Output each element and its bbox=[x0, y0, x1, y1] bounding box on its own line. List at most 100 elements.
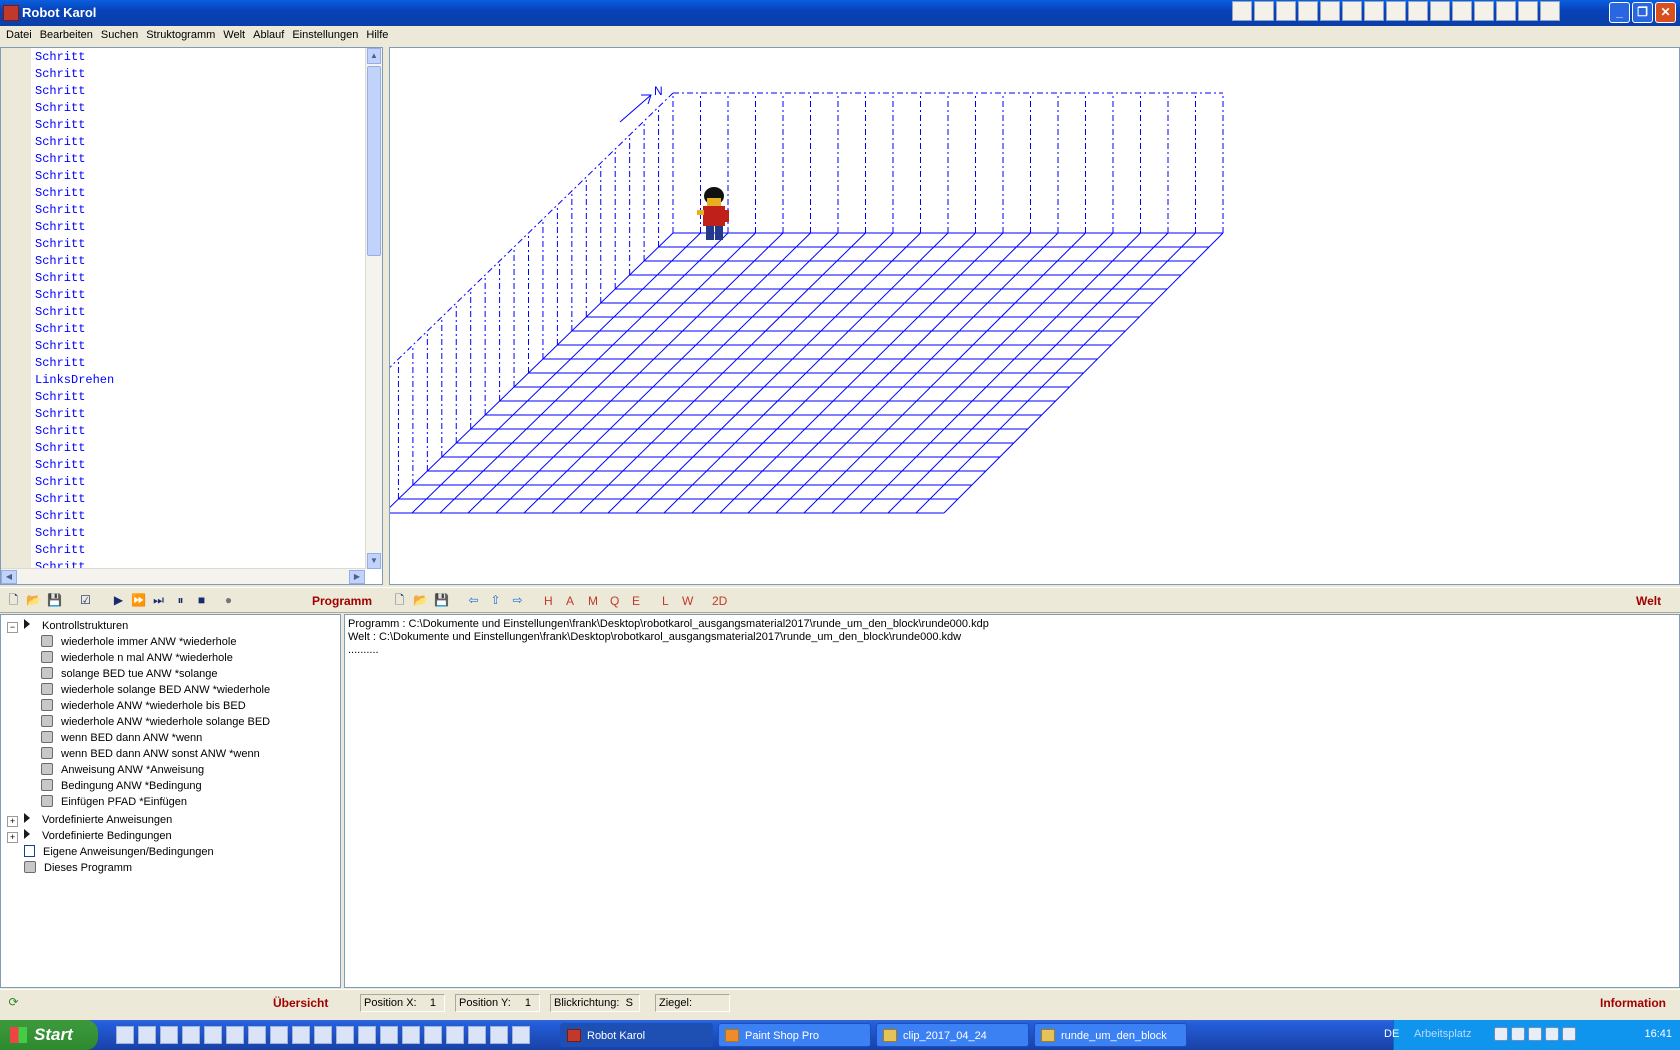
code-line[interactable]: Schritt bbox=[35, 542, 365, 559]
scroll-up-icon[interactable]: ▲ bbox=[367, 48, 381, 64]
tree-group-anweisungen[interactable]: + Vordefinierte Anweisungen bbox=[7, 812, 172, 828]
stop-icon[interactable]: ■ bbox=[193, 592, 210, 609]
maximize-button[interactable]: ❐ bbox=[1632, 2, 1653, 23]
scroll-down-icon[interactable]: ▼ bbox=[367, 553, 381, 569]
code-line[interactable]: Schritt bbox=[35, 491, 365, 508]
tree-group-programm[interactable]: Dieses Programm bbox=[24, 860, 132, 876]
pause-icon[interactable]: ⏸ bbox=[172, 592, 189, 609]
code-line[interactable]: Schritt bbox=[35, 219, 365, 236]
tree-item[interactable]: Einfügen PFAD *Einfügen bbox=[41, 794, 187, 810]
window-icon[interactable] bbox=[1320, 1, 1340, 21]
tree-item[interactable]: wenn BED dann ANW sonst ANW *wenn bbox=[41, 746, 260, 762]
world-save-icon[interactable]: 💾 bbox=[433, 592, 450, 609]
hinlegen-button[interactable]: H bbox=[544, 594, 553, 608]
code-editor[interactable]: Schritt Schritt Schritt Schritt Schritt Schri… bbox=[0, 47, 383, 585]
quicklaunch-app-icon[interactable] bbox=[402, 1026, 420, 1044]
step-forward-icon[interactable]: ⇧ bbox=[487, 592, 504, 609]
scroll-thumb[interactable] bbox=[367, 66, 381, 256]
code-line[interactable]: Schritt bbox=[35, 202, 365, 219]
code-lines[interactable]: Schritt Schritt Schritt Schritt Schritt Schri… bbox=[35, 49, 365, 569]
view-2d-button[interactable]: 2D bbox=[712, 594, 727, 608]
tree-root[interactable]: − Kontrollstrukturen bbox=[7, 618, 128, 634]
menu-bearbeiten[interactable]: Bearbeiten bbox=[36, 26, 97, 46]
code-line[interactable]: Schritt bbox=[35, 117, 365, 134]
world-open-icon[interactable]: 📂 bbox=[412, 592, 429, 609]
quicklaunch-app-icon[interactable] bbox=[512, 1026, 530, 1044]
tree-item[interactable]: wiederhole solange BED ANW *wiederhole bbox=[41, 682, 270, 698]
menu-hilfe[interactable]: Hilfe bbox=[362, 26, 392, 46]
word-icon[interactable] bbox=[1430, 1, 1450, 21]
code-line[interactable]: Schritt bbox=[35, 287, 365, 304]
language-indicator[interactable]: DE bbox=[1384, 1028, 1399, 1040]
expand-icon[interactable]: + bbox=[7, 816, 18, 827]
tray-shield-icon[interactable] bbox=[1528, 1027, 1542, 1041]
menu-suchen[interactable]: Suchen bbox=[97, 26, 142, 46]
tree-item[interactable]: wiederhole ANW *wiederhole solange BED bbox=[41, 714, 270, 730]
tray-monitor-icon[interactable] bbox=[1562, 1027, 1576, 1041]
quicklaunch-app-icon[interactable] bbox=[182, 1026, 200, 1044]
turn-right-icon[interactable]: ⇨ bbox=[509, 592, 526, 609]
arbeitsplatz-label[interactable]: Arbeitsplatz bbox=[1414, 1028, 1471, 1040]
code-line[interactable]: Schritt bbox=[35, 474, 365, 491]
mail-icon[interactable] bbox=[1298, 1, 1318, 21]
code-line[interactable]: Schritt bbox=[35, 100, 365, 117]
access-icon[interactable] bbox=[1474, 1, 1494, 21]
quicklaunch-app-icon[interactable] bbox=[248, 1026, 266, 1044]
blue-icon[interactable] bbox=[1540, 1, 1560, 21]
camera-icon[interactable] bbox=[1276, 1, 1296, 21]
scroll-left-icon[interactable]: ◀ bbox=[1, 570, 17, 584]
quicklaunch-app-icon[interactable] bbox=[226, 1026, 244, 1044]
entfernen-button[interactable]: E bbox=[632, 594, 640, 608]
code-line[interactable]: Schritt bbox=[35, 270, 365, 287]
turn-left-icon[interactable]: ⇦ bbox=[465, 592, 482, 609]
code-line[interactable]: Schritt bbox=[35, 338, 365, 355]
task-robot-karol[interactable]: Robot Karol bbox=[560, 1023, 713, 1047]
code-line[interactable]: Schritt bbox=[35, 185, 365, 202]
quicklaunch-app-icon[interactable] bbox=[446, 1026, 464, 1044]
code-line[interactable]: Schritt bbox=[35, 151, 365, 168]
menu-struktogramm[interactable]: Struktogramm bbox=[142, 26, 219, 46]
code-line[interactable]: Schritt bbox=[35, 66, 365, 83]
excel-icon[interactable] bbox=[1452, 1, 1472, 21]
marke-button[interactable]: M bbox=[588, 594, 598, 608]
tree-item[interactable]: Bedingung ANW *Bedingung bbox=[41, 778, 202, 794]
code-line[interactable]: Schritt bbox=[35, 423, 365, 440]
code-line[interactable]: Schritt bbox=[35, 236, 365, 253]
quicklaunch-app-icon[interactable] bbox=[490, 1026, 508, 1044]
world-new-icon[interactable]: 🗋 bbox=[391, 592, 408, 609]
new-file-icon[interactable]: 🗋 bbox=[5, 592, 22, 609]
code-line[interactable]: Schritt bbox=[35, 304, 365, 321]
scroll-right-icon[interactable]: ▶ bbox=[349, 570, 365, 584]
list-icon[interactable] bbox=[1364, 1, 1384, 21]
code-line[interactable]: Schritt bbox=[35, 49, 365, 66]
tree-item[interactable]: wiederhole immer ANW *wiederhole bbox=[41, 634, 236, 650]
code-line[interactable]: Schritt bbox=[35, 321, 365, 338]
menu-datei[interactable]: Datei bbox=[2, 26, 36, 46]
check-syntax-icon[interactable]: ☑ bbox=[77, 592, 94, 609]
aufheben-button[interactable]: A bbox=[566, 594, 574, 608]
quicklaunch-app-icon[interactable] bbox=[204, 1026, 222, 1044]
tree-item[interactable]: solange BED tue ANW *solange bbox=[41, 666, 218, 682]
tree-item[interactable]: wiederhole n mal ANW *wiederhole bbox=[41, 650, 233, 666]
code-line[interactable]: Schritt bbox=[35, 440, 365, 457]
close-button[interactable]: ✕ bbox=[1655, 2, 1676, 23]
run-icon[interactable]: ▶ bbox=[110, 592, 127, 609]
quicklaunch-app-icon[interactable] bbox=[292, 1026, 310, 1044]
tray-network-icon[interactable] bbox=[1511, 1027, 1525, 1041]
editor-vertical-scrollbar[interactable]: ▲ ▼ bbox=[365, 48, 382, 569]
red-icon[interactable] bbox=[1518, 1, 1538, 21]
quicklaunch-app-icon[interactable] bbox=[336, 1026, 354, 1044]
structure-tree[interactable]: − Kontrollstrukturen wiederhole immer ANW… bbox=[0, 614, 341, 988]
save-file-icon[interactable]: 💾 bbox=[46, 592, 63, 609]
fast-run-icon[interactable]: ⏩ bbox=[130, 592, 147, 609]
write-world-button[interactable]: W bbox=[682, 594, 693, 608]
tray-printer-icon[interactable] bbox=[1545, 1027, 1559, 1041]
quicklaunch-app-icon[interactable] bbox=[314, 1026, 332, 1044]
code-line[interactable]: Schritt bbox=[35, 355, 365, 372]
code-line[interactable]: LinksDrehen bbox=[35, 372, 365, 389]
tree-item[interactable]: wenn BED dann ANW *wenn bbox=[41, 730, 202, 746]
clock-icon[interactable] bbox=[1496, 1, 1516, 21]
quicklaunch-app-icon[interactable] bbox=[270, 1026, 288, 1044]
code-line[interactable]: Schritt bbox=[35, 83, 365, 100]
folder-icon[interactable] bbox=[1254, 1, 1274, 21]
